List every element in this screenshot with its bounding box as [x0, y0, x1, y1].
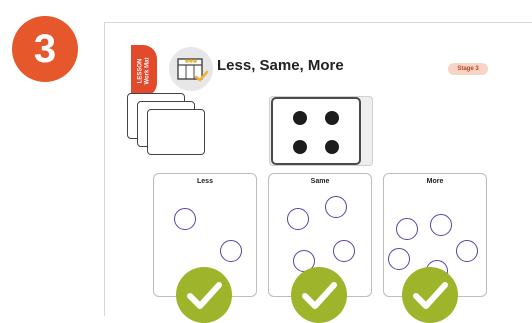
card-stack-front [147, 109, 205, 155]
lesson-tab-label: LESSON Work Mat [137, 57, 150, 85]
lesson-tab: LESSON Work Mat [131, 45, 157, 97]
less-box-label: Less [197, 178, 213, 185]
counter-ring [456, 240, 478, 262]
counter-ring [325, 196, 347, 218]
counter-ring [174, 208, 196, 230]
stage-badge: Stage 3 [448, 63, 488, 75]
dot-card [271, 97, 361, 165]
dot [293, 140, 307, 154]
step-number-badge: 3 [12, 16, 78, 82]
work-mat-page: LESSON Work Mat Less, Same, More Stage 3… [104, 22, 532, 323]
counter-ring [220, 240, 242, 262]
dot [325, 140, 339, 154]
work-mat-icon [169, 47, 213, 91]
counter-ring [287, 208, 309, 230]
dot [325, 111, 339, 125]
same-box-label: Same [310, 178, 330, 185]
counter-ring [396, 218, 418, 240]
more-box-label: More [426, 178, 444, 185]
counter-ring [430, 214, 452, 236]
page-title: Less, Same, More [217, 57, 344, 74]
counter-ring [333, 240, 355, 262]
dot [293, 111, 307, 125]
